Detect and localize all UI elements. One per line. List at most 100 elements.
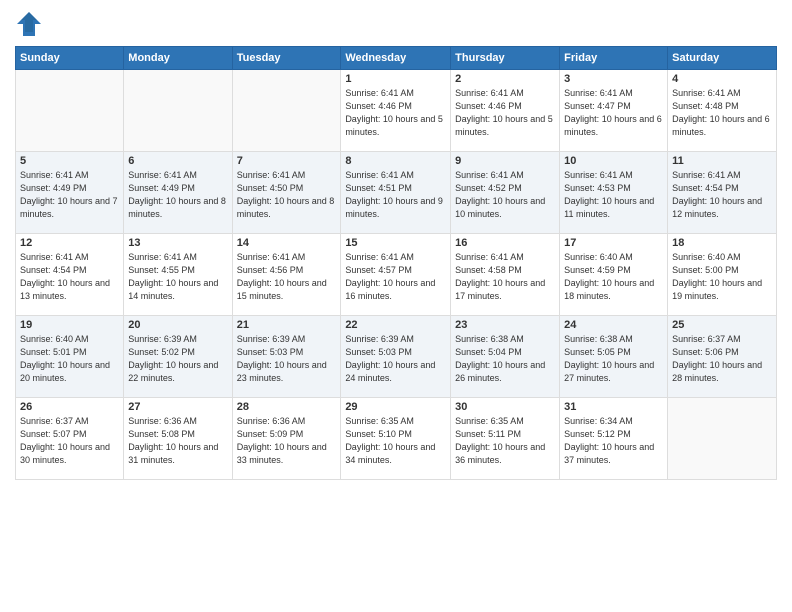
week-row-2: 5Sunrise: 6:41 AMSunset: 4:49 PMDaylight… xyxy=(16,152,777,234)
day-cell xyxy=(232,70,341,152)
day-info: Sunrise: 6:35 AMSunset: 5:10 PMDaylight:… xyxy=(345,415,446,467)
day-info: Sunrise: 6:36 AMSunset: 5:09 PMDaylight:… xyxy=(237,415,337,467)
day-cell: 6 Sunrise: 6:41 AMSunset: 4:49 PMDaylight… xyxy=(124,152,232,234)
day-info: Sunrise: 6:41 AMSunset: 4:46 PMDaylight:… xyxy=(345,87,446,139)
day-info: Sunrise: 6:41 AMSunset: 4:48 PMDaylight:… xyxy=(672,87,772,139)
day-cell: 2 Sunrise: 6:41 AMSunset: 4:46 PMDaylight… xyxy=(451,70,560,152)
day-info: Sunrise: 6:38 AMSunset: 5:04 PMDaylight:… xyxy=(455,333,555,385)
day-info: Sunrise: 6:41 AMSunset: 4:51 PMDaylight:… xyxy=(345,169,446,221)
week-row-4: 19 Sunrise: 6:40 AMSunset: 5:01 PMDayligh… xyxy=(16,316,777,398)
day-number: 26 xyxy=(20,401,119,413)
day-number: 18 xyxy=(672,237,772,249)
day-number: 20 xyxy=(128,319,227,331)
day-number: 13 xyxy=(128,237,227,249)
day-number: 3 xyxy=(564,73,663,85)
day-number: 19 xyxy=(20,319,119,331)
day-info: Sunrise: 6:41 AMSunset: 4:58 PMDaylight:… xyxy=(455,251,555,303)
day-cell: 18 Sunrise: 6:40 AMSunset: 5:00 PMDayligh… xyxy=(668,234,777,316)
day-number: 30 xyxy=(455,401,555,413)
weekday-header-friday: Friday xyxy=(560,47,668,70)
day-number: 22 xyxy=(345,319,446,331)
day-number: 21 xyxy=(237,319,337,331)
day-number: 6 xyxy=(128,155,227,167)
day-cell: 1 Sunrise: 6:41 AMSunset: 4:46 PMDaylight… xyxy=(341,70,451,152)
day-info: Sunrise: 6:41 AMSunset: 4:56 PMDaylight:… xyxy=(237,251,337,303)
weekday-header-row: SundayMondayTuesdayWednesdayThursdayFrid… xyxy=(16,47,777,70)
day-info: Sunrise: 6:41 AMSunset: 4:55 PMDaylight:… xyxy=(128,251,227,303)
weekday-header-saturday: Saturday xyxy=(668,47,777,70)
day-cell: 9Sunrise: 6:41 AMSunset: 4:52 PMDaylight… xyxy=(451,152,560,234)
day-number: 25 xyxy=(672,319,772,331)
day-cell: 23 Sunrise: 6:38 AMSunset: 5:04 PMDayligh… xyxy=(451,316,560,398)
day-info: Sunrise: 6:41 AMSunset: 4:54 PMDaylight:… xyxy=(20,251,119,303)
day-cell: 10 Sunrise: 6:41 AMSunset: 4:53 PMDayligh… xyxy=(560,152,668,234)
day-info: Sunrise: 6:39 AMSunset: 5:03 PMDaylight:… xyxy=(237,333,337,385)
day-info: Sunrise: 6:41 AMSunset: 4:47 PMDaylight:… xyxy=(564,87,663,139)
day-cell: 15 Sunrise: 6:41 AMSunset: 4:57 PMDayligh… xyxy=(341,234,451,316)
day-info: Sunrise: 6:41 AMSunset: 4:46 PMDaylight:… xyxy=(455,87,555,139)
day-number: 11 xyxy=(672,155,772,167)
day-info: Sunrise: 6:39 AMSunset: 5:02 PMDaylight:… xyxy=(128,333,227,385)
day-cell: 28 Sunrise: 6:36 AMSunset: 5:09 PMDayligh… xyxy=(232,398,341,480)
day-number: 27 xyxy=(128,401,227,413)
day-info: Sunrise: 6:36 AMSunset: 5:08 PMDaylight:… xyxy=(128,415,227,467)
day-cell: 27 Sunrise: 6:36 AMSunset: 5:08 PMDayligh… xyxy=(124,398,232,480)
day-info: Sunrise: 6:34 AMSunset: 5:12 PMDaylight:… xyxy=(564,415,663,467)
day-cell: 7Sunrise: 6:41 AMSunset: 4:50 PMDaylight… xyxy=(232,152,341,234)
day-info: Sunrise: 6:41 AMSunset: 4:53 PMDaylight:… xyxy=(564,169,663,221)
day-cell: 29Sunrise: 6:35 AMSunset: 5:10 PMDayligh… xyxy=(341,398,451,480)
day-number: 2 xyxy=(455,73,555,85)
logo-icon xyxy=(15,10,43,38)
day-cell: 12Sunrise: 6:41 AMSunset: 4:54 PMDayligh… xyxy=(16,234,124,316)
day-cell: 22 Sunrise: 6:39 AMSunset: 5:03 PMDayligh… xyxy=(341,316,451,398)
day-info: Sunrise: 6:41 AMSunset: 4:50 PMDaylight:… xyxy=(237,169,337,221)
day-number: 15 xyxy=(345,237,446,249)
day-info: Sunrise: 6:35 AMSunset: 5:11 PMDaylight:… xyxy=(455,415,555,467)
header xyxy=(15,10,777,38)
day-number: 1 xyxy=(345,73,446,85)
day-info: Sunrise: 6:41 AMSunset: 4:57 PMDaylight:… xyxy=(345,251,446,303)
weekday-header-wednesday: Wednesday xyxy=(341,47,451,70)
day-info: Sunrise: 6:40 AMSunset: 5:01 PMDaylight:… xyxy=(20,333,119,385)
day-cell: 20 Sunrise: 6:39 AMSunset: 5:02 PMDayligh… xyxy=(124,316,232,398)
day-cell: 4 Sunrise: 6:41 AMSunset: 4:48 PMDaylight… xyxy=(668,70,777,152)
day-cell: 30 Sunrise: 6:35 AMSunset: 5:11 PMDayligh… xyxy=(451,398,560,480)
day-cell xyxy=(124,70,232,152)
day-info: Sunrise: 6:41 AMSunset: 4:49 PMDaylight:… xyxy=(20,169,119,221)
day-number: 28 xyxy=(237,401,337,413)
day-info: Sunrise: 6:40 AMSunset: 4:59 PMDaylight:… xyxy=(564,251,663,303)
day-info: Sunrise: 6:41 AMSunset: 4:54 PMDaylight:… xyxy=(672,169,772,221)
day-cell: 11 Sunrise: 6:41 AMSunset: 4:54 PMDayligh… xyxy=(668,152,777,234)
day-cell: 25 Sunrise: 6:37 AMSunset: 5:06 PMDayligh… xyxy=(668,316,777,398)
day-number: 17 xyxy=(564,237,663,249)
day-cell: 13 Sunrise: 6:41 AMSunset: 4:55 PMDayligh… xyxy=(124,234,232,316)
day-info: Sunrise: 6:41 AMSunset: 4:52 PMDaylight:… xyxy=(455,169,555,221)
day-info: Sunrise: 6:40 AMSunset: 5:00 PMDaylight:… xyxy=(672,251,772,303)
day-cell: 14 Sunrise: 6:41 AMSunset: 4:56 PMDayligh… xyxy=(232,234,341,316)
day-number: 4 xyxy=(672,73,772,85)
week-row-1: 1 Sunrise: 6:41 AMSunset: 4:46 PMDaylight… xyxy=(16,70,777,152)
day-number: 24 xyxy=(564,319,663,331)
week-row-5: 26 Sunrise: 6:37 AMSunset: 5:07 PMDayligh… xyxy=(16,398,777,480)
day-info: Sunrise: 6:39 AMSunset: 5:03 PMDaylight:… xyxy=(345,333,446,385)
weekday-header-thursday: Thursday xyxy=(451,47,560,70)
weekday-header-monday: Monday xyxy=(124,47,232,70)
day-cell: 24 Sunrise: 6:38 AMSunset: 5:05 PMDayligh… xyxy=(560,316,668,398)
day-number: 16 xyxy=(455,237,555,249)
day-info: Sunrise: 6:38 AMSunset: 5:05 PMDaylight:… xyxy=(564,333,663,385)
weekday-header-tuesday: Tuesday xyxy=(232,47,341,70)
week-row-3: 12Sunrise: 6:41 AMSunset: 4:54 PMDayligh… xyxy=(16,234,777,316)
logo xyxy=(15,10,47,38)
day-number: 31 xyxy=(564,401,663,413)
day-info: Sunrise: 6:41 AMSunset: 4:49 PMDaylight:… xyxy=(128,169,227,221)
day-cell: 19 Sunrise: 6:40 AMSunset: 5:01 PMDayligh… xyxy=(16,316,124,398)
day-info: Sunrise: 6:37 AMSunset: 5:06 PMDaylight:… xyxy=(672,333,772,385)
day-cell: 21 Sunrise: 6:39 AMSunset: 5:03 PMDayligh… xyxy=(232,316,341,398)
day-number: 14 xyxy=(237,237,337,249)
day-cell: 5Sunrise: 6:41 AMSunset: 4:49 PMDaylight… xyxy=(16,152,124,234)
day-number: 23 xyxy=(455,319,555,331)
day-info: Sunrise: 6:37 AMSunset: 5:07 PMDaylight:… xyxy=(20,415,119,467)
day-number: 10 xyxy=(564,155,663,167)
day-cell: 31 Sunrise: 6:34 AMSunset: 5:12 PMDayligh… xyxy=(560,398,668,480)
day-cell: 3 Sunrise: 6:41 AMSunset: 4:47 PMDaylight… xyxy=(560,70,668,152)
